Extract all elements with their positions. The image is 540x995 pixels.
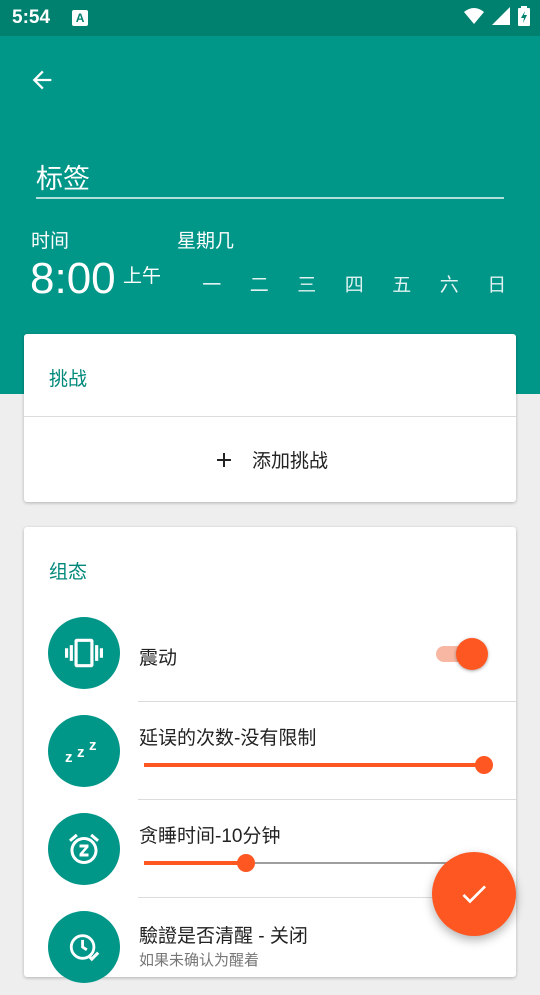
slider-fill: [144, 861, 246, 865]
arrow-left-icon: [32, 70, 52, 90]
toggle-thumb: [456, 638, 488, 670]
slider-fill: [144, 763, 484, 767]
check-icon: [462, 885, 486, 904]
day-wednesday[interactable]: 三: [283, 270, 331, 297]
save-fab[interactable]: [432, 852, 516, 936]
label-input[interactable]: 标签: [36, 154, 504, 199]
svg-text:z: z: [89, 737, 97, 754]
signal-icon: [492, 7, 510, 25]
divider: [138, 799, 516, 800]
time-caption: 时间: [31, 231, 70, 252]
status-time: 5:54: [12, 7, 51, 28]
add-challenge-button[interactable]: 添加挑战: [24, 417, 516, 502]
vibrate-row[interactable]: 震动: [24, 601, 516, 699]
snooze-count-label: 延误的次数-没有限制: [139, 728, 317, 749]
challenge-title: 挑战: [49, 369, 88, 390]
zzz-icon: z z z: [65, 737, 97, 766]
vibration-icon: [65, 638, 103, 668]
snooze-time-slider[interactable]: [144, 853, 484, 873]
back-button[interactable]: [24, 62, 60, 98]
status-bar: 5:54 A: [0, 0, 540, 36]
ampm-label[interactable]: 上午: [123, 261, 161, 288]
clock-check-icon: [69, 934, 100, 962]
slider-knob[interactable]: [475, 756, 493, 774]
svg-text:z: z: [65, 749, 73, 766]
plus-icon: [216, 452, 231, 467]
time-value[interactable]: 8:00: [30, 254, 116, 304]
snooze-count-slider[interactable]: [144, 755, 493, 775]
day-friday[interactable]: 五: [378, 270, 426, 297]
add-challenge-label: 添加挑战: [251, 451, 328, 472]
day-saturday[interactable]: 六: [426, 270, 474, 297]
vibrate-label: 震动: [139, 648, 178, 669]
challenge-card: 挑战 添加挑战: [24, 334, 516, 502]
day-tuesday[interactable]: 二: [236, 270, 284, 297]
verify-awake-label: 驗證是否清醒 - 关闭: [139, 926, 308, 947]
day-monday[interactable]: 一: [188, 270, 236, 297]
weekday-selector: 一 二 三 四 五 六 日: [188, 270, 521, 297]
status-icons: [464, 6, 530, 26]
day-sunday[interactable]: 日: [473, 270, 521, 297]
day-thursday[interactable]: 四: [331, 270, 379, 297]
snooze-time-label: 贪睡时间-10分钟: [139, 826, 281, 847]
notification-a-icon: A: [72, 10, 89, 26]
verify-icon-circle: [48, 911, 120, 983]
alarm-z-icon: [69, 833, 99, 864]
slider-knob[interactable]: [237, 854, 255, 872]
svg-text:z: z: [77, 744, 85, 761]
vibrate-toggle[interactable]: [436, 638, 488, 670]
divider: [138, 701, 516, 702]
snooze-time-icon-circle: [48, 813, 120, 885]
vibrate-icon-circle: [48, 617, 120, 689]
battery-icon: [518, 6, 530, 26]
weekday-caption: 星期几: [177, 231, 235, 252]
config-title: 组态: [49, 562, 88, 583]
snooze-count-icon-circle: z z z: [48, 715, 120, 787]
wifi-icon: [464, 8, 484, 24]
snooze-count-row: z z z 延误的次数-没有限制: [24, 701, 516, 799]
